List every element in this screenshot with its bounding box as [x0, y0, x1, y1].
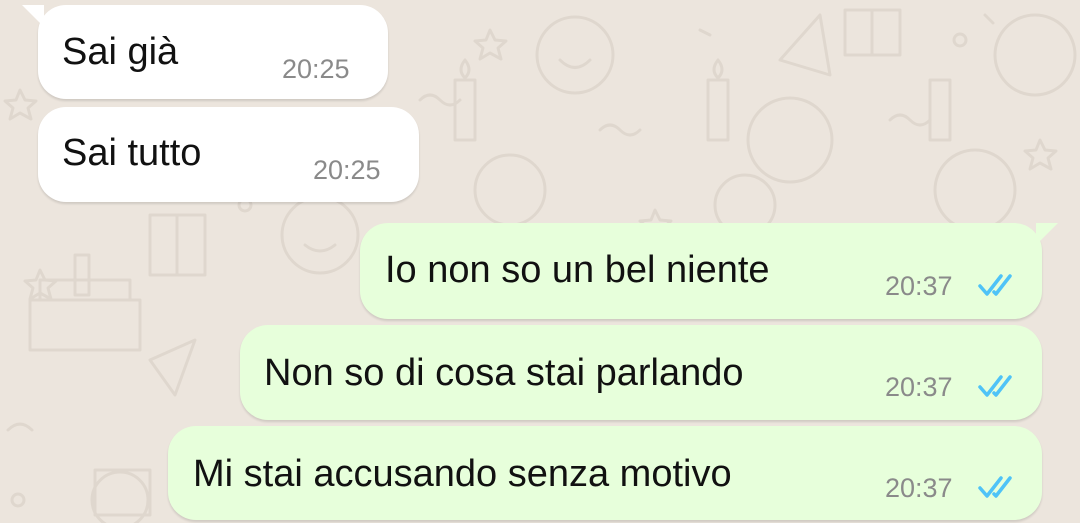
message-timestamp: 20:25 — [282, 54, 350, 84]
double-check-icon — [978, 274, 1012, 296]
bubble-tail — [1036, 223, 1058, 245]
bubble-tail — [22, 5, 44, 27]
message-timestamp: 20:37 — [885, 372, 953, 402]
message-text: Non so di cosa stai parlando — [264, 352, 744, 394]
message-text: Sai già — [62, 31, 179, 73]
message-timestamp: 20:25 — [313, 155, 381, 185]
incoming-message[interactable]: Sai già 20:25 — [22, 5, 388, 99]
outgoing-message[interactable]: Mi stai accusando senza motivo 20:37 — [168, 426, 1042, 520]
double-check-icon — [978, 375, 1012, 397]
double-check-icon — [978, 476, 1012, 498]
outgoing-message[interactable]: Non so di cosa stai parlando 20:37 — [240, 325, 1042, 420]
outgoing-message[interactable]: Io non so un bel niente 20:37 — [360, 223, 1058, 319]
incoming-message[interactable]: Sai tutto 20:25 — [38, 107, 419, 202]
message-timestamp: 20:37 — [885, 473, 953, 503]
message-timestamp: 20:37 — [885, 271, 953, 301]
message-text: Mi stai accusando senza motivo — [193, 453, 732, 495]
message-text: Io non so un bel niente — [385, 249, 770, 291]
message-text: Sai tutto — [62, 132, 202, 174]
